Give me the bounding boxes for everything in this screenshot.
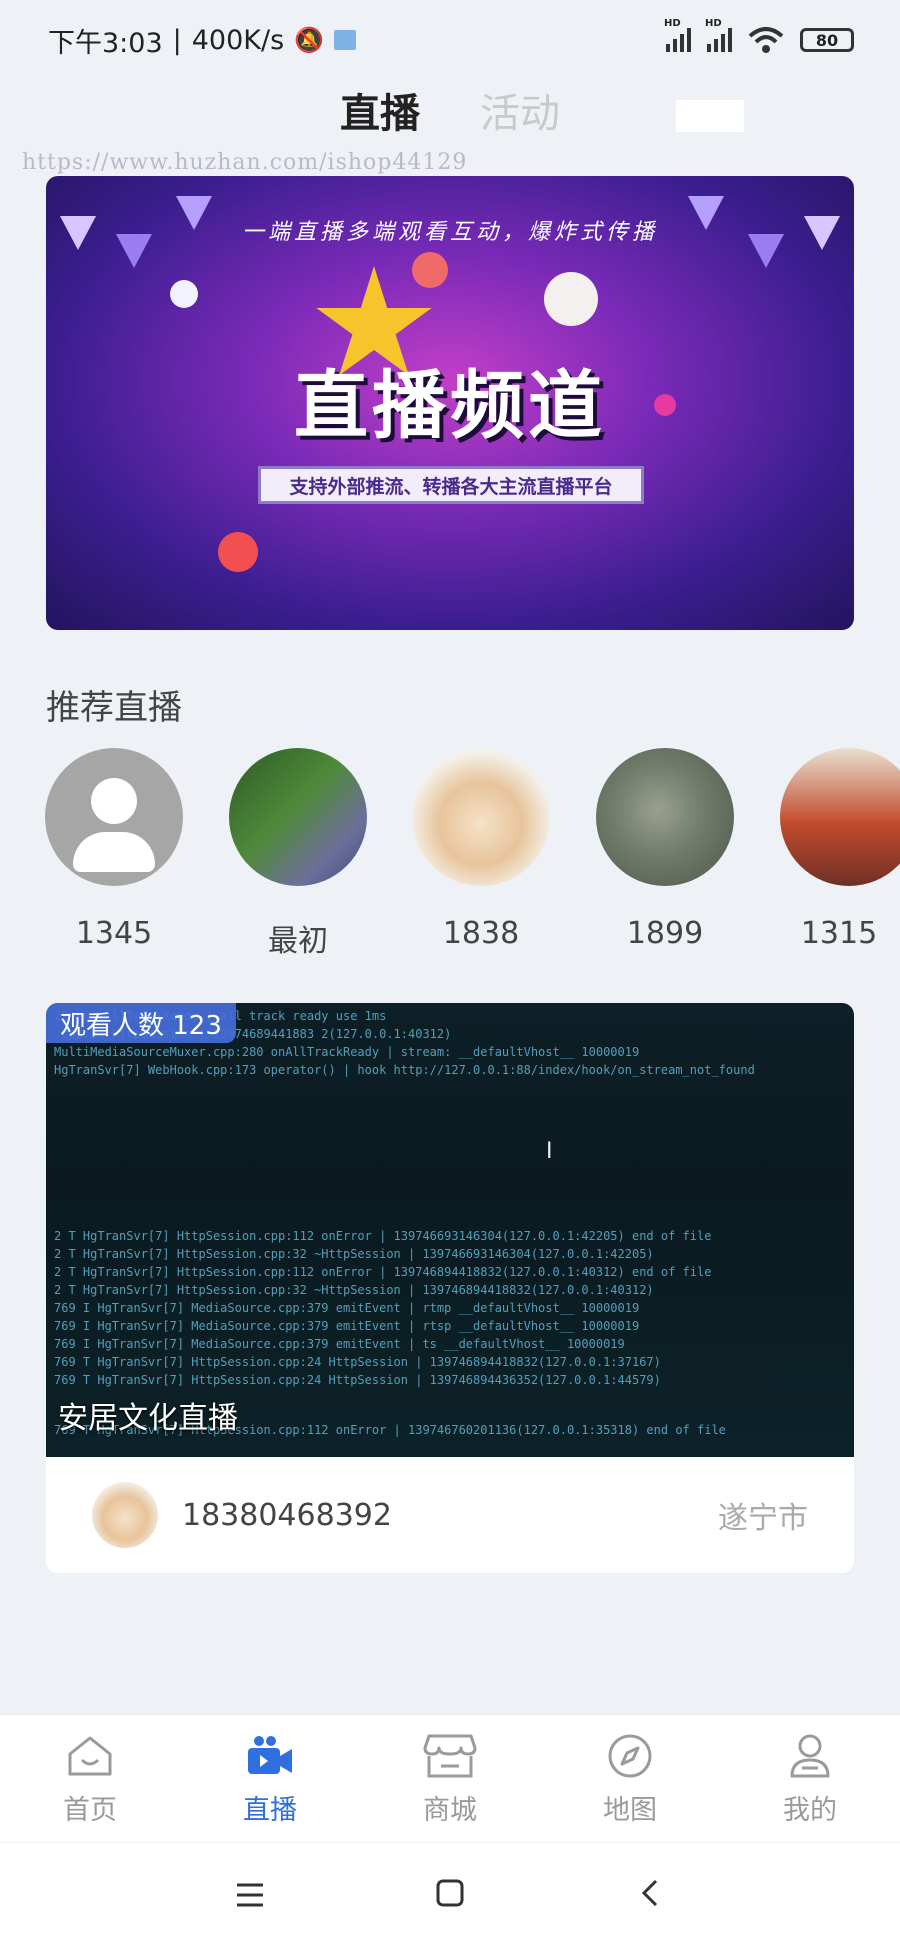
avatar [596,748,734,886]
ball-decoration [218,532,258,572]
status-divider: | [172,24,182,56]
anchor-item[interactable]: 最初 [228,748,368,960]
anchor-name: 1838 [442,916,520,951]
avatar [229,748,367,886]
tab-live[interactable]: 直播 [340,81,420,139]
top-tabs: 直播 活动 [0,80,900,140]
owner-city: 遂宁市 [718,1501,808,1536]
anchor-item[interactable]: 1315 [778,748,900,951]
signal-icon: HD [664,18,691,52]
avatar [780,748,900,886]
owner-phone: 18380468392 [182,1497,392,1533]
nav-store[interactable]: 商城 [380,1730,520,1827]
viewer-count-badge: 观看人数 123 [46,1003,236,1043]
live-room-title: 安居文化直播 [58,1401,238,1436]
nav-profile[interactable]: 我的 [740,1730,880,1827]
banner-subtitle: 支持外部推流、转播各大主流直播平台 [258,466,644,504]
recommended-title: 推荐直播 [46,688,182,728]
default-avatar-icon [45,748,183,886]
hd-label: HD [664,18,681,29]
hd-label-2: HD [705,18,722,29]
avatar [412,748,550,886]
nav-label: 首页 [63,1795,117,1826]
anchor-name: 1899 [626,916,704,951]
profile-icon [740,1730,880,1782]
nav-live[interactable]: 直播 [200,1730,340,1827]
recommended-anchor-list: 1345 最初 1838 1899 1315 [0,748,900,968]
nav-home[interactable]: 首页 [20,1730,160,1827]
nav-label: 商城 [423,1795,477,1826]
anchor-name: 1315 [800,916,878,951]
anchor-item[interactable]: 1899 [595,748,735,951]
anchor-item[interactable]: 1345 [44,748,184,951]
compass-icon [560,1730,700,1782]
live-channel-banner[interactable]: 一端直播多端观看互动，爆炸式传播 直播频道 支持外部推流、转播各大主流直播平台 [46,176,854,630]
live-thumbnail[interactable]: 22 emitAllTrackReady | all track ready u… [46,1003,854,1457]
anchor-name: 最初 [268,924,328,959]
status-bar: 下午3:03 | 400K/s 🔕 HD HD 80 [0,0,900,80]
text-cursor-icon: I [546,1139,553,1164]
nav-label: 直播 [243,1795,297,1826]
back-icon[interactable] [620,1877,680,1917]
status-right: HD HD 80 [664,18,854,54]
status-speed: 400K/s [191,24,285,56]
owner-avatar[interactable] [92,1482,158,1548]
home-square-icon[interactable] [420,1877,480,1917]
status-left: 下午3:03 | 400K/s 🔕 [48,21,357,60]
ball-decoration [412,252,448,288]
tab-placeholder [676,100,744,132]
watermark-url: https://www.huzhan.com/ishop44129 [22,150,468,175]
anchor-name: 1345 [75,916,153,951]
home-icon [20,1730,160,1782]
mute-bell-icon: 🔕 [294,26,325,54]
nav-map[interactable]: 地图 [560,1730,700,1827]
owner-row: 18380468392 遂宁市 [46,1457,854,1573]
wifi-icon [748,27,784,53]
banner-slogan: 一端直播多端观看互动，爆炸式传播 [241,220,658,245]
nav-label: 我的 [783,1795,837,1826]
live-room-card[interactable]: 22 emitAllTrackReady | all track ready u… [46,1003,854,1573]
anchor-item[interactable]: 1838 [411,748,551,951]
ball-decoration [544,272,598,326]
notification-icon [334,30,357,50]
ball-decoration [170,280,198,308]
banner-title: 直播频道 [294,363,606,449]
battery-icon: 80 [800,28,854,52]
nav-label: 地图 [603,1795,657,1826]
menu-icon[interactable] [220,1877,280,1917]
status-time: 下午3:03 [48,27,163,59]
store-icon [380,1730,520,1782]
signal-icon-2: HD [705,18,732,52]
tab-activity[interactable]: 活动 [480,81,560,139]
system-navigation-bar [0,1842,900,1950]
bottom-navigation: 首页 直播 商城 地图 我的 [0,1714,900,1842]
live-camera-icon [200,1730,340,1782]
